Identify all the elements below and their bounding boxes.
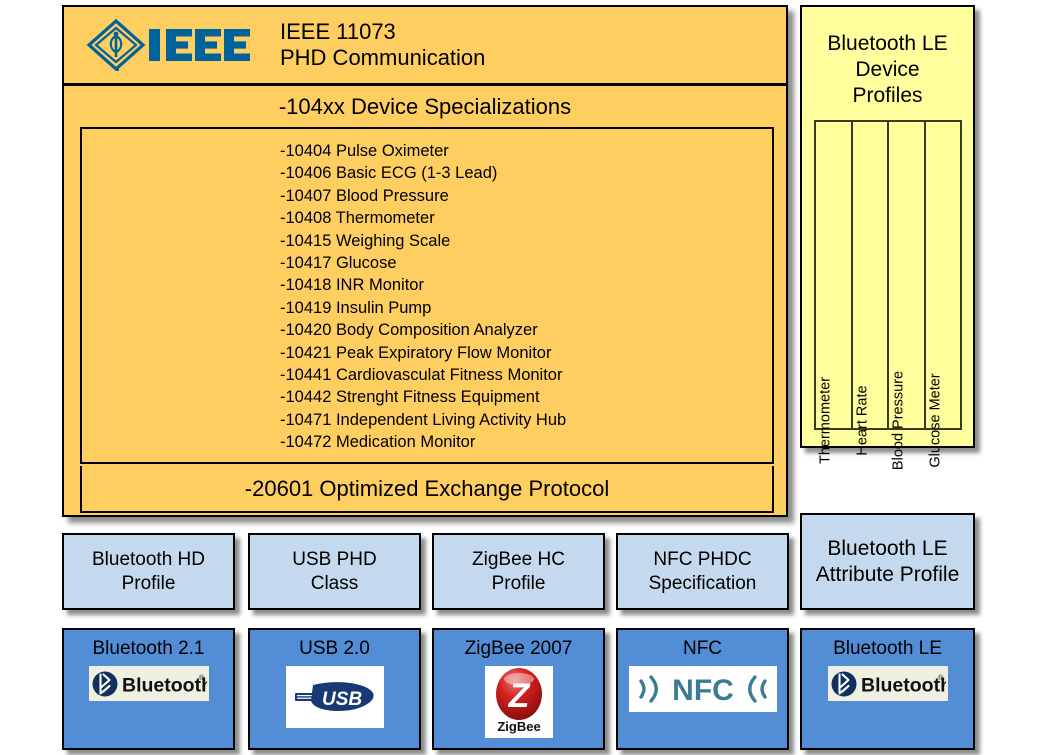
ble-attribute-profile-label: Bluetooth LE Attribute Profile bbox=[815, 536, 960, 586]
bluetooth-le-device-profiles-box: Bluetooth LE Device Profiles Thermometer… bbox=[800, 5, 975, 470]
device-specializations-list: -10404 Pulse Oximeter -10406 Basic ECG (… bbox=[82, 140, 772, 454]
profile-box-usb-phd: USB PHD Class bbox=[248, 533, 421, 610]
ieee-diamond-logo-icon bbox=[86, 19, 254, 71]
ieee-stack-title: IEEE 11073 PHD Communication bbox=[280, 19, 486, 70]
ble-device-profiles-table: Thermometer Heart Rate Blood Pressure Gl… bbox=[814, 120, 962, 470]
svg-text:Bluetooth: Bluetooth bbox=[122, 674, 207, 696]
svg-text:Z: Z bbox=[507, 677, 530, 715]
list-item: -10472 Medication Monitor bbox=[280, 433, 476, 452]
svg-text:NFC: NFC bbox=[672, 674, 734, 707]
list-item: -10418 INR Monitor bbox=[280, 276, 424, 295]
tech-box-zigbee-2007: ZigBee 2007 Z ZigBee bbox=[432, 628, 605, 750]
list-item: -10404 Pulse Oximeter bbox=[280, 142, 449, 160]
svg-text:®: ® bbox=[199, 674, 205, 682]
ble-profile-label: Glucose Meter bbox=[927, 372, 944, 468]
svg-text:ZigBee: ZigBee bbox=[497, 719, 540, 734]
ieee-11073-stack: IEEE 11073 PHD Communication -104xx Devi… bbox=[62, 5, 788, 517]
bluetooth-le-attribute-profile-box: Bluetooth LE Attribute Profile bbox=[800, 513, 975, 610]
profile-box-nfc-phdc: NFC PHDC Specification bbox=[616, 533, 789, 610]
list-item: -10408 Thermometer bbox=[280, 209, 435, 228]
ble-profile-column: Thermometer bbox=[816, 122, 853, 464]
tech-box-usb-20: USB 2.0 USB bbox=[248, 628, 421, 750]
profile-box-label: NFC PHDC Specification bbox=[648, 548, 757, 594]
svg-text:Bluetooth: Bluetooth bbox=[861, 674, 946, 696]
ble-profile-column: Heart Rate bbox=[853, 122, 889, 455]
diagram-canvas: IEEE 11073 PHD Communication -104xx Devi… bbox=[0, 0, 1057, 755]
tech-box-label: ZigBee 2007 bbox=[464, 638, 573, 659]
list-item: -10420 Body Composition Analyzer bbox=[280, 321, 538, 340]
usb-logo-icon: USB bbox=[285, 666, 384, 728]
profile-box-label: USB PHD Class bbox=[292, 548, 377, 594]
list-item: -10406 Basic ECG (1-3 Lead) bbox=[280, 164, 498, 183]
ble-profile-column: Blood Pressure bbox=[889, 122, 926, 470]
tech-box-nfc: NFC NFC bbox=[616, 628, 789, 750]
list-item: -10407 Blood Pressure bbox=[280, 186, 449, 205]
tech-box-label: USB 2.0 bbox=[299, 638, 370, 659]
tech-box-label: Bluetooth LE bbox=[833, 638, 942, 659]
device-specializations-header: -104xx Device Specializations bbox=[278, 93, 572, 119]
list-item: -10415 Weighing Scale bbox=[280, 231, 451, 250]
list-item: -10441 Cardiovasculat Fitness Monitor bbox=[280, 366, 563, 385]
profile-box-label: Bluetooth HD Profile bbox=[91, 548, 205, 594]
bluetooth-logo-icon: Bluetooth ® bbox=[827, 666, 948, 701]
ieee-header: IEEE 11073 PHD Communication bbox=[64, 7, 786, 86]
ble-profile-label: Thermometer bbox=[817, 376, 834, 464]
list-item: -10421 Peak Expiratory Flow Monitor bbox=[280, 343, 552, 362]
ble-profile-column: Glucose Meter bbox=[926, 122, 961, 467]
tech-box-bluetooth-le: Bluetooth LE Bluetooth ® bbox=[800, 628, 975, 750]
zigbee-logo-icon: Z ZigBee bbox=[484, 666, 553, 738]
svg-text:®: ® bbox=[938, 674, 944, 682]
list-item: -10442 Strenght Fitness Equipment bbox=[280, 388, 540, 407]
ble-profile-label: Heart Rate bbox=[854, 384, 871, 456]
list-item: -10471 Independent Living Activity Hub bbox=[280, 410, 567, 429]
ble-device-profiles-title: Bluetooth LE Device Profiles bbox=[827, 32, 948, 107]
bluetooth-logo-icon: Bluetooth ® bbox=[88, 666, 209, 701]
ble-profile-label: Blood Pressure bbox=[890, 370, 907, 470]
tech-box-bluetooth-21: Bluetooth 2.1 Bluetooth ® bbox=[62, 628, 235, 750]
device-specializations-box: -10404 Pulse Oximeter -10406 Basic ECG (… bbox=[80, 127, 774, 464]
svg-text:USB: USB bbox=[322, 689, 362, 710]
profile-box-label: ZigBee HC Profile bbox=[472, 548, 565, 594]
profile-box-zigbee-hc: ZigBee HC Profile bbox=[432, 533, 605, 610]
tech-box-label: Bluetooth 2.1 bbox=[92, 638, 205, 659]
optimized-exchange-protocol-band: -20601 Optimized Exchange Protocol bbox=[80, 466, 774, 513]
profile-box-bluetooth-hd: Bluetooth HD Profile bbox=[62, 533, 235, 610]
list-item: -10419 Insulin Pump bbox=[280, 298, 432, 317]
nfc-logo-icon: NFC bbox=[628, 666, 777, 712]
list-item: -10417 Glucose bbox=[280, 254, 397, 273]
tech-box-label: NFC bbox=[682, 638, 723, 659]
